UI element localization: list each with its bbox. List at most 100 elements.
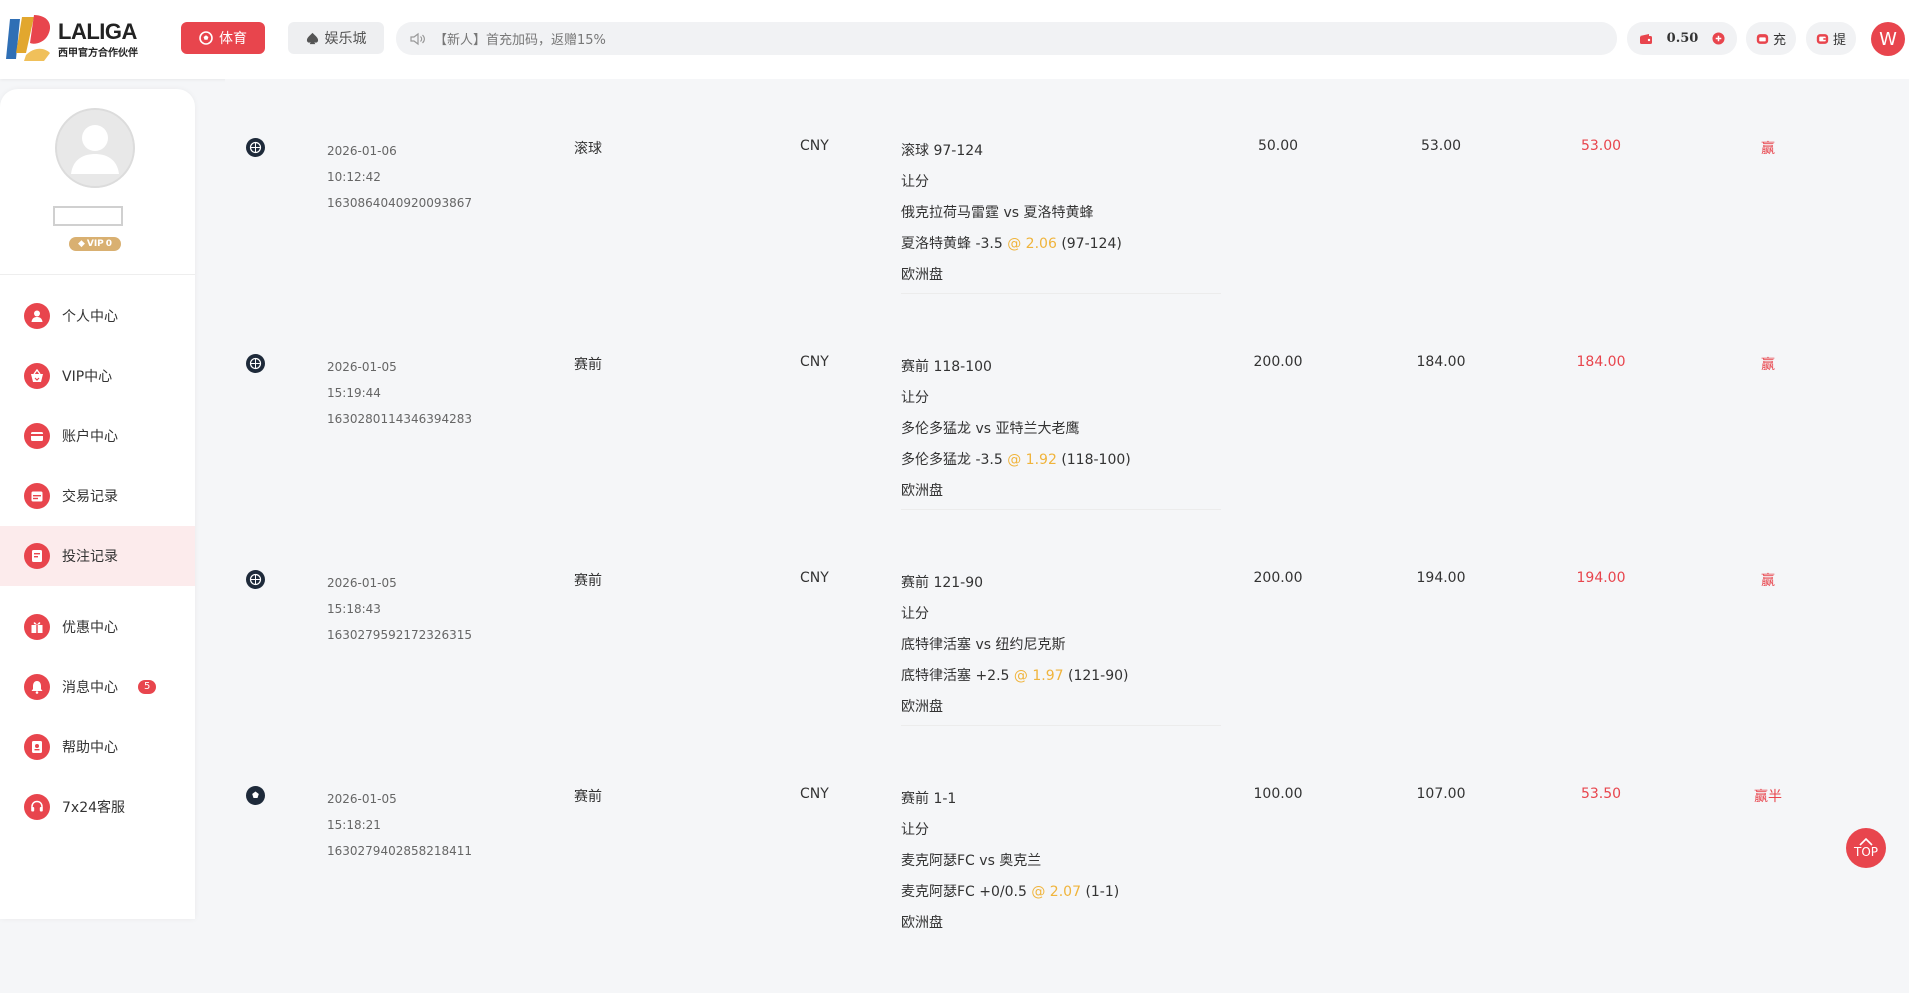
bet-payout: 107.00 xyxy=(1416,786,1466,802)
nav-casino-label: 娱乐城 xyxy=(324,31,367,47)
table-row[interactable]: 2026-01-06 10:12:42 1630864040920093867 … xyxy=(225,129,1909,345)
wallet-balance[interactable]: 0.50 xyxy=(1627,22,1737,55)
bet-currency: CNY xyxy=(800,786,829,802)
bet-order-id: 1630279402858218411 xyxy=(327,844,473,858)
bet-profit: 184.00 xyxy=(1576,354,1626,370)
logo-subtitle: 西甲官方合作伙伴 xyxy=(58,48,138,59)
row-divider xyxy=(901,509,1221,510)
logo-name: LALIGA xyxy=(58,19,137,44)
withdraw-button[interactable]: 提 xyxy=(1806,22,1856,55)
scroll-to-top-button[interactable]: TOP xyxy=(1846,828,1886,868)
bet-odds: @ 1.92 xyxy=(1007,452,1057,468)
sidebar-item-promotions[interactable]: 优惠中心 xyxy=(0,597,195,657)
document-icon xyxy=(24,543,50,569)
sidebar-item-bet-records[interactable]: 投注记录 xyxy=(0,526,195,586)
bet-selection-line: 麦克阿瑟FC +0/0.5 @ 2.07 (1-1) xyxy=(901,877,1119,908)
diamond-icon: ◆ xyxy=(77,239,85,249)
sidebar-item-messages[interactable]: 消息中心 5 xyxy=(0,657,195,717)
announcement-text: 【新人】首充加码，返赠15% xyxy=(434,33,606,48)
bet-meta: 2026-01-05 15:19:44 1630280114346394283 xyxy=(327,354,472,432)
user-avatar-button[interactable]: W xyxy=(1871,22,1905,56)
basketball-icon xyxy=(246,570,265,589)
bet-odds-type: 欧洲盘 xyxy=(901,483,943,499)
bet-score: (118-100) xyxy=(1061,452,1131,468)
bet-time: 15:18:43 xyxy=(327,602,381,616)
bet-date: 2026-01-05 xyxy=(327,360,397,374)
bet-detail: 赛前 118-100 让分 多伦多猛龙 vs 亚特兰大老鹰 多伦多猛龙 -3.5… xyxy=(901,352,1131,507)
bet-meta: 2026-01-06 10:12:42 1630864040920093867 xyxy=(327,138,472,216)
bet-payout: 184.00 xyxy=(1416,354,1466,370)
row-divider xyxy=(901,725,1221,726)
bet-score: (121-90) xyxy=(1067,668,1129,684)
nav-casino-button[interactable]: 娱乐城 xyxy=(288,22,384,54)
sidebar-item-account-center[interactable]: 账户中心 xyxy=(0,406,195,466)
bet-result: 赢 xyxy=(1761,573,1775,589)
bet-time: 15:19:44 xyxy=(327,386,381,400)
bet-records-list: 2026-01-06 10:12:42 1630864040920093867 … xyxy=(225,79,1909,931)
sidebar-item-vip-center[interactable]: VIP中心 xyxy=(0,346,195,406)
bet-score-line: 赛前 121-90 xyxy=(901,575,984,591)
bet-profit: 194.00 xyxy=(1576,570,1626,586)
table-row[interactable]: 2026-01-05 15:18:21 1630279402858218411 … xyxy=(225,777,1909,993)
bet-selection: 麦克阿瑟FC +0/0.5 xyxy=(901,884,1027,900)
bet-currency: CNY xyxy=(800,570,829,586)
message-count-badge: 5 xyxy=(138,680,157,694)
bet-match: 麦克阿瑟FC vs 奥克兰 xyxy=(901,853,1042,869)
bet-stake: 100.00 xyxy=(1253,786,1303,802)
add-funds-icon[interactable] xyxy=(1712,32,1725,45)
bet-profit: 53.50 xyxy=(1580,786,1622,802)
bet-stake: 200.00 xyxy=(1253,570,1303,586)
bet-detail: 赛前 1-1 让分 麦克阿瑟FC vs 奥克兰 麦克阿瑟FC +0/0.5 @ … xyxy=(901,784,1119,939)
withdraw-label: 提 xyxy=(1832,33,1846,48)
calendar-icon xyxy=(24,483,50,509)
bet-selection: 底特律活塞 +2.5 xyxy=(901,668,1010,684)
bet-market: 让分 xyxy=(901,390,929,406)
withdraw-icon xyxy=(1816,33,1829,44)
soccer-icon xyxy=(246,786,265,805)
default-avatar-icon xyxy=(55,108,135,188)
bet-market: 让分 xyxy=(901,822,929,838)
sidebar-item-label: 交易记录 xyxy=(62,489,118,505)
bet-odds: @ 2.06 xyxy=(1007,236,1057,252)
bet-type: 赛前 xyxy=(574,573,602,589)
bet-time: 10:12:42 xyxy=(327,170,381,184)
sidebar-item-label: 帮助中心 xyxy=(62,740,118,756)
bet-score-line: 赛前 118-100 xyxy=(901,359,992,375)
bet-selection-line: 底特律活塞 +2.5 @ 1.97 (121-90) xyxy=(901,661,1129,692)
bet-selection: 夏洛特黄蜂 -3.5 xyxy=(901,236,1003,252)
speaker-icon xyxy=(410,32,425,45)
bet-match: 多伦多猛龙 vs 亚特兰大老鹰 xyxy=(901,421,1080,437)
row-divider xyxy=(901,293,1221,294)
nav-sports-button[interactable]: 体育 xyxy=(181,22,265,54)
sidebar-item-help-center[interactable]: 帮助中心 xyxy=(0,717,195,777)
bet-type: 赛前 xyxy=(574,357,602,373)
table-row[interactable]: 2026-01-05 15:18:43 1630279592172326315 … xyxy=(225,561,1909,777)
announcement-marquee[interactable]: 【新人】首充加码，返赠15% xyxy=(396,22,1617,55)
bet-result: 赢半 xyxy=(1754,789,1782,805)
sidebar-item-label: VIP中心 xyxy=(62,369,113,385)
basketball-icon xyxy=(246,354,265,373)
soccer-ball-icon xyxy=(199,31,213,45)
sidebar-item-customer-service[interactable]: 7x24客服 xyxy=(0,777,195,837)
laliga-logo[interactable]: LALIGA 西甲官方合作伙伴 xyxy=(4,13,138,65)
sidebar-item-personal-center[interactable]: 个人中心 xyxy=(0,286,195,346)
bet-currency: CNY xyxy=(800,138,829,154)
card-icon xyxy=(24,423,50,449)
wallet-icon xyxy=(1640,33,1652,44)
deposit-icon xyxy=(1756,33,1769,44)
user-sidebar: ◆ VIP 0 个人中心 VIP中心 账户中心 交易记录 投注记录 优惠中心 消… xyxy=(0,89,195,919)
profile-avatar[interactable] xyxy=(55,108,135,188)
bet-date: 2026-01-05 xyxy=(327,792,397,806)
bet-result: 赢 xyxy=(1761,357,1775,373)
bet-selection: 多伦多猛龙 -3.5 xyxy=(901,452,1003,468)
bet-date: 2026-01-06 xyxy=(327,144,397,158)
deposit-button[interactable]: 充 xyxy=(1746,22,1796,55)
sidebar-item-label: 7x24客服 xyxy=(62,800,126,816)
bet-selection-line: 夏洛特黄蜂 -3.5 @ 2.06 (97-124) xyxy=(901,229,1122,260)
sidebar-item-transactions[interactable]: 交易记录 xyxy=(0,466,195,526)
bet-score: (1-1) xyxy=(1085,884,1120,900)
table-row[interactable]: 2026-01-05 15:19:44 1630280114346394283 … xyxy=(225,345,1909,561)
bet-odds: @ 2.07 xyxy=(1031,884,1081,900)
bet-score-line: 赛前 1-1 xyxy=(901,791,957,807)
vip-badge[interactable]: ◆ VIP 0 xyxy=(69,237,121,251)
